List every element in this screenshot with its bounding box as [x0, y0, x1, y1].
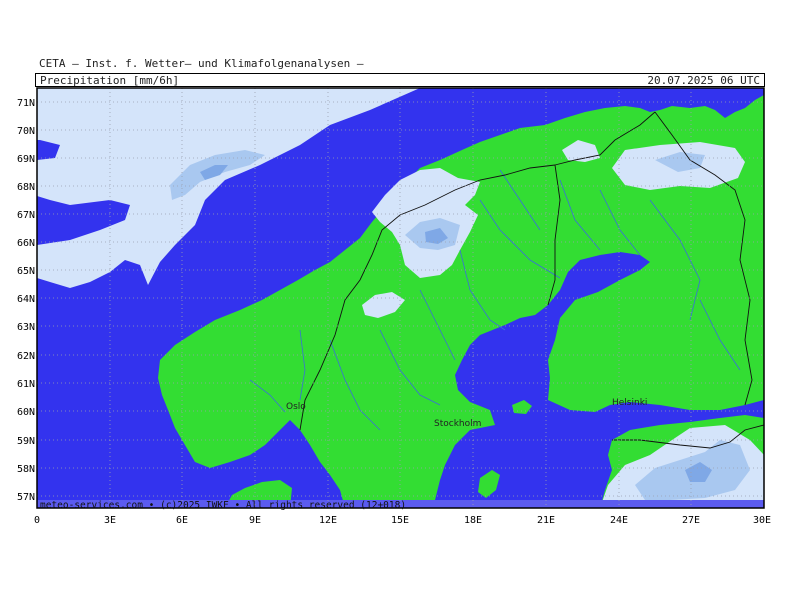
- lat-label: 67N: [17, 210, 35, 221]
- lat-label: 69N: [17, 154, 35, 165]
- latitude-labels: 71N 70N 69N 68N 67N 66N 65N 64N 63N 62N …: [17, 98, 35, 503]
- lat-label: 65N: [17, 266, 35, 277]
- lon-label: 27E: [682, 515, 700, 526]
- copyright-credit: meteo-services.com • (c)2025 IWKF • All …: [40, 500, 406, 511]
- lat-label: 61N: [17, 379, 35, 390]
- lat-label: 60N: [17, 407, 35, 418]
- longitude-labels: 0 3E 6E 9E 12E 15E 18E 21E 24E 27E 30E: [34, 515, 771, 526]
- lat-label: 64N: [17, 294, 35, 305]
- lat-label: 58N: [17, 464, 35, 475]
- lon-label: 6E: [176, 515, 188, 526]
- city-label-helsinki: Helsinki: [612, 398, 647, 408]
- lon-label: 9E: [249, 515, 261, 526]
- lon-label: 30E: [753, 515, 771, 526]
- lon-label: 21E: [537, 515, 555, 526]
- lat-label: 62N: [17, 351, 35, 362]
- lon-label: 0: [34, 515, 40, 526]
- lat-label: 59N: [17, 436, 35, 447]
- lon-label: 12E: [319, 515, 337, 526]
- lon-label: 3E: [104, 515, 116, 526]
- lat-label: 71N: [17, 98, 35, 109]
- lat-label: 68N: [17, 182, 35, 193]
- precipitation-map: 71N 70N 69N 68N 67N 66N 65N 64N 63N 62N …: [17, 87, 771, 526]
- city-label-oslo: Oslo: [286, 402, 306, 412]
- lon-label: 24E: [610, 515, 628, 526]
- lat-label: 57N: [17, 492, 35, 503]
- lon-label: 18E: [464, 515, 482, 526]
- lat-label: 66N: [17, 238, 35, 249]
- lat-label: 70N: [17, 126, 35, 137]
- lat-label: 63N: [17, 322, 35, 333]
- city-label-stockholm: Stockholm: [434, 419, 481, 429]
- lon-label: 15E: [391, 515, 409, 526]
